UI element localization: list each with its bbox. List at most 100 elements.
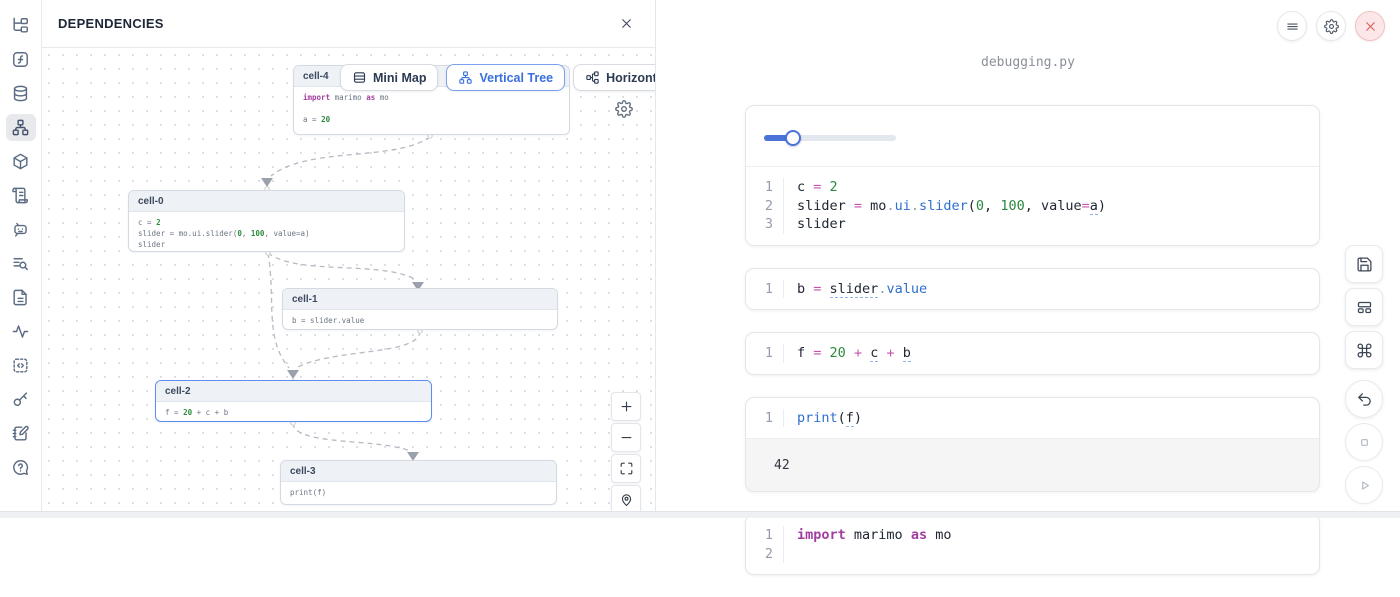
menu-app-button[interactable]	[1277, 11, 1307, 41]
dependencies-panel-header: DEPENDENCIES	[42, 0, 655, 48]
close-panel-button[interactable]	[615, 13, 637, 35]
sidebar-item-dependency-graph[interactable]	[6, 114, 36, 141]
gear-icon	[1324, 19, 1339, 34]
command-button[interactable]	[1345, 331, 1383, 369]
mini-map-icon	[352, 70, 367, 85]
bot-message-icon	[11, 220, 30, 239]
zoom-in-button[interactable]	[611, 392, 641, 421]
gear-icon	[615, 100, 633, 118]
sidebar-item-function-square[interactable]	[6, 46, 36, 73]
cell-code-editor[interactable]: 1import marimo as mo2	[746, 515, 1319, 574]
view-button-vertical-tree[interactable]: Vertical Tree	[446, 64, 565, 91]
line-number: 2	[752, 545, 784, 564]
notebook-area: debugging.py 1c = 22slider = mo.ui.slide…	[656, 0, 1400, 518]
dependencies-panel: DEPENDENCIES Mini Map Vertical Tree Horizo…	[42, 0, 656, 511]
activity-icon	[11, 322, 30, 341]
key-icon	[11, 390, 30, 409]
sidebar-item-notebook-pen[interactable]	[6, 420, 36, 447]
sidebar-item-file-text[interactable]	[6, 284, 36, 311]
cell-code-editor[interactable]: 1b = slider.value	[746, 269, 1319, 310]
stop-button[interactable]	[1345, 423, 1383, 461]
sidebar-item-activity[interactable]	[6, 318, 36, 345]
scroll-text-icon	[11, 186, 30, 205]
undo-button[interactable]	[1345, 380, 1383, 418]
zoom-out-icon	[619, 430, 634, 445]
dependency-graph-canvas[interactable]: Mini Map Vertical Tree Horizontal Tree cel…	[42, 48, 655, 511]
notebook-cell-f-cell: 1f = 20 + c + b	[745, 332, 1320, 375]
graph-settings-button[interactable]	[615, 100, 633, 118]
sidebar-item-key[interactable]	[6, 386, 36, 413]
node-title: cell-2	[156, 381, 431, 402]
sidebar-item-list-search[interactable]	[6, 250, 36, 277]
node-title: cell-0	[129, 191, 404, 212]
slider-widget[interactable]	[764, 130, 896, 146]
sidebar-item-help-bubble[interactable]	[6, 454, 36, 481]
list-search-icon	[11, 254, 30, 273]
line-number: 2	[752, 197, 784, 216]
line-number: 1	[752, 526, 784, 545]
notebook-cells: 1c = 22slider = mo.ui.slider(0, 100, val…	[745, 105, 1320, 597]
gear-app-button[interactable]	[1316, 11, 1346, 41]
dependency-graph-icon	[11, 118, 30, 137]
menu-icon	[1285, 19, 1300, 34]
cell-code-editor[interactable]: 1print(f)	[746, 398, 1319, 439]
line-number: 1	[752, 178, 784, 197]
cell-code-editor[interactable]: 1f = 20 + c + b	[746, 333, 1319, 374]
graph-zoom-controls	[611, 392, 641, 511]
notebook-cell-slider-cell: 1c = 22slider = mo.ui.slider(0, 100, val…	[745, 105, 1320, 246]
undo-icon	[1356, 391, 1373, 408]
package-icon	[11, 152, 30, 171]
notebook-cell-b-cell: 1b = slider.value	[745, 268, 1320, 311]
graph-node-cell-2[interactable]: cell-2 f = 20 + c + b	[155, 380, 432, 422]
slider-thumb[interactable]	[785, 130, 801, 146]
node-code: print(f)	[281, 482, 556, 503]
line-number: 1	[752, 409, 784, 428]
command-icon	[1356, 342, 1373, 359]
left-icon-rail	[0, 0, 42, 518]
notebook-pen-icon	[11, 424, 30, 443]
graph-node-cell-1[interactable]: cell-1 b = slider.value	[282, 288, 558, 330]
notebook-side-toolbar	[1345, 245, 1383, 504]
vertical-tree-icon	[458, 70, 473, 85]
save-icon	[1356, 256, 1373, 273]
fit-view-button[interactable]	[611, 454, 641, 483]
graph-node-cell-0[interactable]: cell-0 c = 2slider = mo.ui.slider(0, 100…	[128, 190, 405, 252]
file-text-icon	[11, 288, 30, 307]
sidebar-item-code-square[interactable]	[6, 352, 36, 379]
code-square-icon	[11, 356, 30, 375]
cell-output: 42	[746, 439, 1319, 491]
line-number: 1	[752, 280, 784, 299]
node-code: import marimo as moa = 20	[294, 87, 569, 130]
view-button-horizontal-tree[interactable]: Horizontal Tree	[573, 64, 655, 91]
function-square-icon	[11, 50, 30, 69]
panel-title: DEPENDENCIES	[58, 16, 164, 31]
view-button-label: Mini Map	[373, 71, 426, 85]
sidebar-item-package[interactable]	[6, 148, 36, 175]
help-bubble-icon	[11, 458, 30, 477]
notebook-filename[interactable]: debugging.py	[656, 55, 1400, 70]
sidebar-item-database[interactable]	[6, 80, 36, 107]
sidebar-item-scroll-text[interactable]	[6, 182, 36, 209]
close-app-button[interactable]	[1355, 11, 1385, 41]
notebook-cell-print-cell: 1print(f) 42	[745, 397, 1320, 493]
pin-button[interactable]	[611, 485, 641, 511]
play-icon	[1356, 477, 1373, 494]
app-footer-bar	[0, 511, 1400, 518]
play-button[interactable]	[1345, 466, 1383, 504]
zoom-out-button[interactable]	[611, 423, 641, 452]
graph-node-cell-3[interactable]: cell-3 print(f)	[280, 460, 557, 505]
node-title: cell-1	[283, 289, 557, 310]
view-button-mini-map[interactable]: Mini Map	[340, 64, 438, 91]
notebook-cell-import-cell: 1import marimo as mo2	[745, 514, 1320, 575]
node-title: cell-3	[281, 461, 556, 482]
save-button[interactable]	[1345, 245, 1383, 283]
file-tree-icon	[11, 16, 30, 35]
panel-layout-button[interactable]	[1345, 288, 1383, 326]
sidebar-item-file-tree[interactable]	[6, 12, 36, 39]
sidebar-item-bot-message[interactable]	[6, 216, 36, 243]
pin-icon	[619, 492, 634, 507]
stop-icon	[1356, 434, 1373, 451]
view-button-label: Vertical Tree	[479, 71, 553, 85]
cell-code-editor[interactable]: 1c = 22slider = mo.ui.slider(0, 100, val…	[746, 167, 1319, 245]
line-number: 1	[752, 344, 784, 363]
